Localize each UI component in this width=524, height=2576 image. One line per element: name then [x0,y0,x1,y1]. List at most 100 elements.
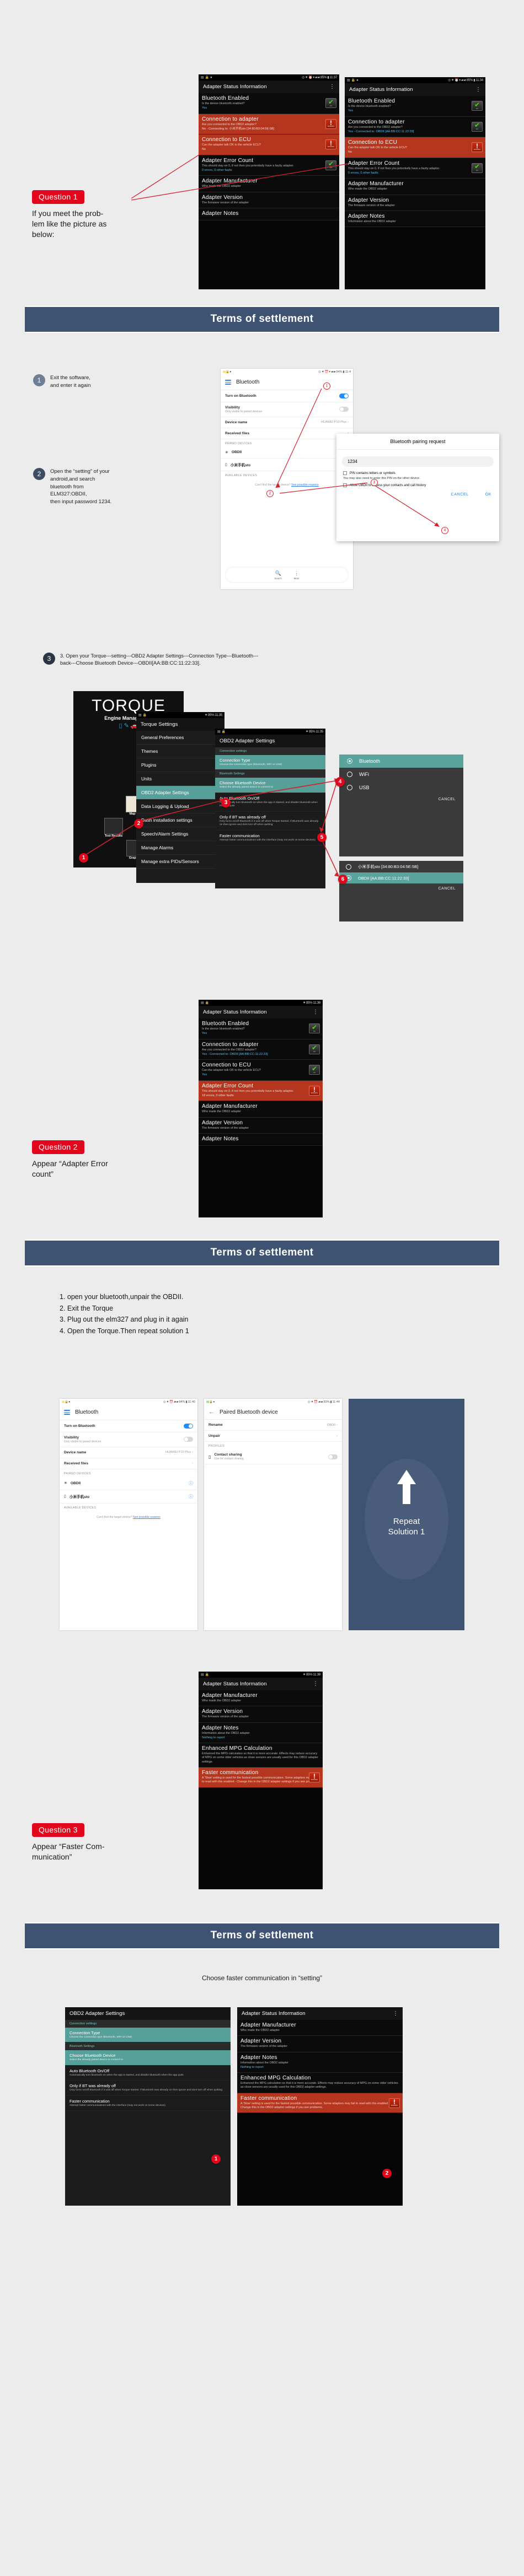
torque-settings-item[interactable]: Units [136,772,224,786]
ok-button[interactable]: OK [475,493,491,497]
obd-setting-item[interactable]: Connection Type Choose the connection typ… [215,755,325,770]
cancel-button[interactable]: CANCEL [339,794,463,806]
adapter-status-row[interactable]: Adapter Version The firmware version of t… [199,192,339,208]
row-received-files[interactable]: Received files › [221,428,353,439]
visibility-toggle[interactable] [339,407,349,412]
adapter-status-row[interactable]: Adapter Manufacturer Who made the OBD2 ad… [345,179,485,195]
row-contact-sharing[interactable]: ▯ Contact sharing Use for contact sharin… [204,1449,342,1464]
adapter-status-row[interactable]: Connection to ECU Can the adapter talk OK… [345,137,485,158]
overflow-menu-icon[interactable]: ⋮ [475,87,481,92]
checkbox-icon[interactable] [343,483,347,487]
overflow-menu-icon[interactable]: ⋮ [313,1681,318,1686]
adapter-status-row[interactable]: Enhanced MPG Calculation Enhanced the MPG… [237,2073,403,2093]
adapter-status-row[interactable]: Connection to adapter Are you connected t… [199,1039,323,1060]
row-received-files[interactable]: Received files › [60,1458,197,1469]
paired-device-xiaomi[interactable]: ▯ 小米手机sto [221,459,353,471]
see-possible-reasons-link[interactable]: See possible reasons [133,1516,161,1519]
radio-icon[interactable] [346,864,351,870]
adapter-status-row[interactable]: Faster communication A 'Slow' setting is … [237,2093,403,2114]
obd-setting-item[interactable]: Connection Type Choose the connection typ… [65,2028,231,2043]
paired-device-xiaomi[interactable]: ▯ 小米手机sto ⓘ [60,1490,197,1503]
torque-settings-item[interactable]: Themes [136,745,224,758]
torque-settings-item[interactable]: Data Logging & Upload [136,800,224,813]
hamburger-icon[interactable] [225,379,231,386]
radio-icon[interactable] [347,785,352,790]
checkbox-icon[interactable] [343,471,347,475]
checkbox-pin-letters[interactable]: PIN contains letters or symbols [336,470,499,476]
obd-setting-item[interactable]: Auto Bluetooth On/OffAutomatically turn … [65,2066,231,2081]
row-unpair[interactable]: Unpair › [204,1431,342,1442]
hamburger-icon[interactable] [64,1409,70,1416]
info-button[interactable]: ⓘ [189,1480,193,1486]
adapter-status-row[interactable]: Adapter Notes [199,1133,323,1146]
radio-icon[interactable] [347,772,352,777]
torque-settings-item[interactable]: Manage extra PIDs/Sensors [136,855,224,869]
row-visibility[interactable]: Visibility Only visible to paired device… [221,402,353,417]
cancel-button[interactable]: CANCEL [451,493,469,497]
obd-setting-item[interactable]: Faster communication Attempt faster commu… [215,831,325,846]
checkbox-allow-contacts[interactable]: Allow OBDII to access your contacts and … [336,482,499,488]
obd-setting-item[interactable]: Auto Bluetooth On/OffAutomatically turn … [215,793,325,812]
connection-type-option[interactable]: WiFi [339,768,463,781]
row-rename[interactable]: Rename OBDII › [204,1420,342,1431]
adapter-status-row[interactable]: Bluetooth Enabled Is the device bluetooth… [345,96,485,117]
torque-settings-item[interactable]: Dash installation settings [136,813,224,827]
adapter-status-row[interactable]: Enhanced MPG Calculation Enhanced the MPG… [199,1743,323,1768]
nav-search[interactable]: 🔍 Search [275,570,282,580]
nav-more[interactable]: ⋮ More [294,570,300,580]
overflow-menu-icon[interactable]: ⋮ [313,1009,318,1015]
connection-type-option[interactable]: Bluetooth [339,755,463,768]
bluetooth-toggle[interactable] [339,393,349,398]
bluetooth-toggle[interactable] [184,1423,193,1429]
adapter-status-row[interactable]: Adapter Notes [199,208,339,220]
adapter-status-row[interactable]: Adapter Version The firmware version of t… [199,1706,323,1723]
adapter-status-row[interactable]: Adapter Notes Information about the OBD2 … [199,1722,323,1744]
obd-setting-item[interactable]: Only if BT was already off Only turns on/… [215,812,325,831]
overflow-menu-icon[interactable]: ⋮ [393,2011,398,2016]
adapter-status-row[interactable]: Adapter Manufacturer Who made the OBD2 ad… [199,1101,323,1118]
back-arrow-icon[interactable]: ← [208,1409,215,1415]
torque-settings-item[interactable]: OBD2 Adapter Settings [136,786,224,800]
adapter-status-row[interactable]: Connection to adapter Are you connected t… [199,114,339,135]
paired-device-obdii[interactable]: ✳ OBDII [221,447,353,459]
adapter-status-row[interactable]: Adapter Manufacturer Who made the OBD2 ad… [199,1690,323,1707]
radio-icon[interactable] [347,758,352,764]
visibility-toggle[interactable] [184,1437,193,1442]
adapter-status-row[interactable]: Bluetooth Enabled Is the device bluetooth… [199,93,339,114]
adapter-status-row[interactable]: Adapter Notes Information about the OBD2 … [237,2052,403,2073]
torque-settings-item[interactable]: Manage Alarms [136,841,224,855]
see-possible-reasons-link[interactable]: See possible reasons [291,483,319,487]
adapter-status-row[interactable]: Adapter Error Count This should stay on 0… [345,158,485,179]
adapter-status-row[interactable]: Adapter Version The firmware version of t… [199,1117,323,1134]
torque-settings-item[interactable]: Speech/Alarm Settings [136,827,224,841]
row-device-name[interactable]: Device name HUAWEI P10 Plus › [221,417,353,428]
adapter-status-row[interactable]: Faster communication A 'Slow' setting is … [199,1767,323,1788]
cancel-button[interactable]: CANCEL [339,883,463,896]
adapter-status-row[interactable]: Adapter Version The firmware version of t… [237,2036,403,2052]
adapter-status-row[interactable]: Adapter Manufacturer Who made the OBD2 ad… [237,2020,403,2036]
adapter-status-row[interactable]: Adapter Version The firmware version of t… [345,195,485,211]
info-button[interactable]: ⓘ [189,1494,193,1500]
app-icon-test-results[interactable]: Test Results [103,818,125,838]
adapter-status-row[interactable]: Connection to ECU Can the adapter talk OK… [199,134,339,155]
obd-setting-item[interactable]: Choose Bluetooth Device Select the alread… [215,778,325,793]
torque-settings-item[interactable]: General Preferences [136,731,224,745]
row-turn-on-bluetooth[interactable]: Turn on Bluetooth [221,390,353,402]
obd-setting-item[interactable]: Only if BT was already off Only turns on/… [65,2081,231,2096]
connection-type-option[interactable]: USB [339,781,463,794]
adapter-status-row[interactable]: Bluetooth Enabled Is the device bluetooth… [199,1018,323,1039]
row-device-name[interactable]: Device name HUAWEI P10 Plus › [60,1447,197,1458]
adapter-status-row[interactable]: Connection to ECU Can the adapter talk OK… [199,1060,323,1081]
row-visibility[interactable]: Visibility Only visible to paired device… [60,1432,197,1447]
adapter-status-row[interactable]: Connection to adapter Are you connected t… [345,116,485,138]
bluetooth-device-option[interactable]: OBDII [AA:BB:CC:11:22:33] [339,872,463,883]
row-turn-on-bluetooth[interactable]: Turn on Bluetooth [60,1420,197,1432]
adapter-status-row[interactable]: Adapter Notes Information about the OBD2 … [345,211,485,228]
adapter-status-row[interactable]: Adapter Error Count This should stay on 0… [199,1080,323,1102]
paired-device-obdii[interactable]: ✳ OBDII ⓘ [60,1477,197,1490]
adapter-status-row[interactable]: Adapter Error Count This should stay on 0… [199,155,339,176]
overflow-menu-icon[interactable]: ⋮ [329,84,335,89]
adapter-status-row[interactable]: Adapter Manufacturer Who made the OBD2 ad… [199,176,339,192]
bluetooth-device-option[interactable]: 小米手机sto [34:80:B3:04:5E:5B] [339,861,463,872]
pin-input[interactable]: 1234 [342,456,494,467]
